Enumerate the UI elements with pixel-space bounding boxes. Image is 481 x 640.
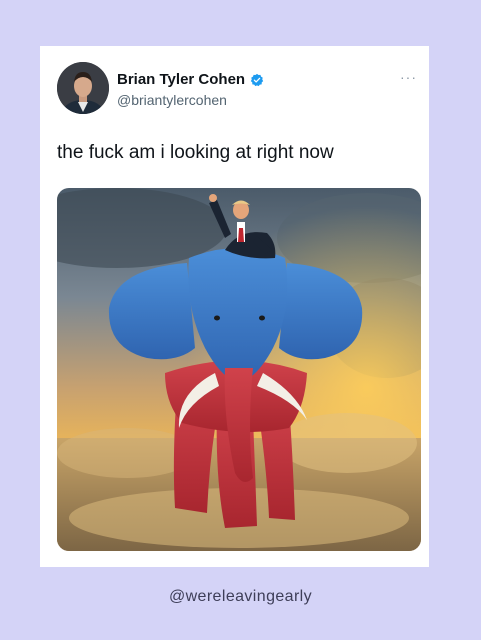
more-dots-icon[interactable]: ··· [400, 70, 417, 84]
tweet-card: Brian Tyler Cohen @briantylercohen ··· t… [40, 46, 429, 567]
tweet-media-image[interactable] [57, 188, 421, 551]
avatar[interactable] [57, 62, 109, 114]
display-name-text: Brian Tyler Cohen [117, 71, 246, 88]
verified-badge-icon [250, 73, 264, 86]
display-name[interactable]: Brian Tyler Cohen [117, 71, 264, 88]
username-handle[interactable]: @briantylercohen [117, 92, 227, 108]
watermark-handle: @wereleavingearly [168, 588, 313, 605]
tweet-text: the fuck am i looking at right now [57, 142, 334, 163]
